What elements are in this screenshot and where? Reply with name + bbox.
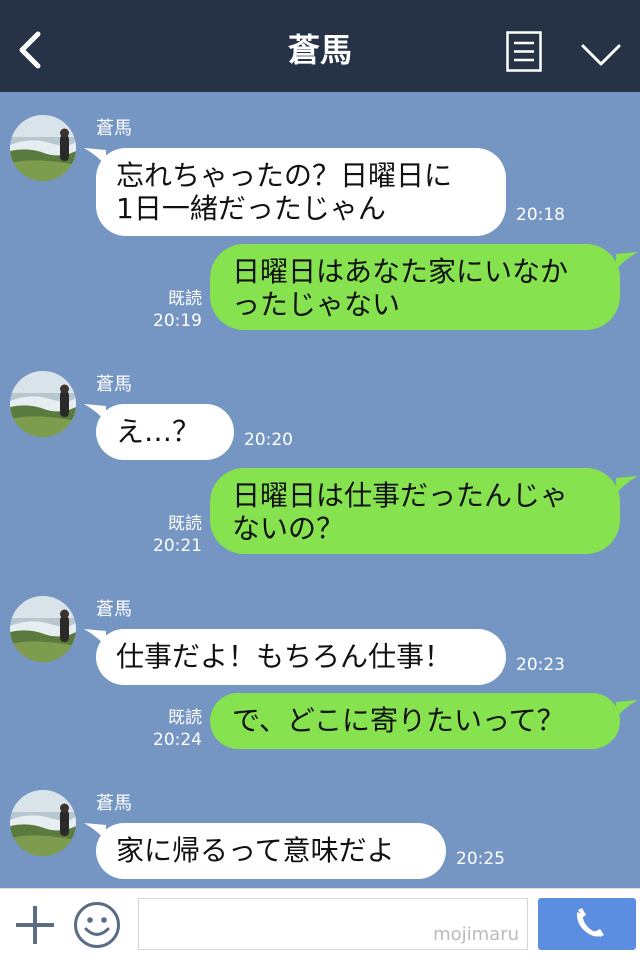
message-line: 忘れちゃったの？日曜日に — [116, 159, 453, 192]
read-label: 既読 — [168, 514, 202, 534]
message-bubble-incoming[interactable]: 仕事だよ！もちろん仕事！ — [96, 629, 506, 685]
message-time: 20:25 — [456, 849, 505, 869]
message-line: 仕事だよ！もちろん仕事！ — [116, 640, 453, 673]
chat-header: 蒼馬 — [0, 0, 640, 92]
message-time: 20:20 — [244, 430, 293, 450]
message-time: 20:23 — [516, 655, 565, 675]
chevron-down-icon[interactable] — [580, 42, 622, 68]
bubble-tail — [616, 252, 638, 270]
phone-icon — [576, 908, 604, 937]
message-time: 20:19 — [153, 311, 202, 331]
watermark: mojimaru — [433, 924, 519, 945]
read-status: 既読 20:19 — [150, 288, 202, 332]
message-line: 日曜日は仕事だったんじゃ — [232, 479, 569, 512]
sender-name: 蒼馬 — [96, 793, 132, 814]
avatar[interactable] — [10, 371, 76, 437]
call-button[interactable] — [538, 898, 636, 950]
message-time: 20:24 — [153, 730, 202, 750]
chat-area[interactable]: 蒼馬 忘れちゃったの？日曜日に 1日一緒だったじゃん 20:18 既読 20:1… — [0, 92, 640, 888]
message-line: え…？ — [116, 415, 201, 448]
sender-name: 蒼馬 — [96, 599, 132, 620]
message-line: 日曜日はあなた家にいなか — [232, 255, 569, 288]
smiley-icon[interactable] — [72, 900, 122, 950]
bubble-tail — [616, 700, 638, 718]
read-label: 既読 — [168, 708, 202, 728]
chat-title: 蒼馬 — [287, 31, 352, 69]
message-line: ないの？ — [232, 512, 345, 545]
plus-icon[interactable] — [14, 904, 56, 946]
menu-icon[interactable] — [506, 31, 542, 72]
message-bubble-outgoing[interactable]: で、どこに寄りたいって？ — [210, 693, 620, 749]
read-label: 既読 — [168, 289, 202, 309]
sender-name: 蒼馬 — [96, 118, 132, 139]
sender-name: 蒼馬 — [96, 374, 132, 395]
avatar[interactable] — [10, 790, 76, 856]
message-bubble-incoming[interactable]: え…？ — [96, 404, 234, 460]
message-input[interactable]: mojimaru — [138, 898, 528, 950]
avatar[interactable] — [10, 115, 76, 181]
message-bubble-outgoing[interactable]: 日曜日は仕事だったんじゃ ないの？ — [210, 468, 620, 554]
read-status: 既読 20:21 — [150, 513, 202, 557]
message-bubble-outgoing[interactable]: 日曜日はあなた家にいなか ったじゃない — [210, 244, 620, 330]
message-line: 家に帰るって意味だよ — [116, 834, 395, 867]
message-line: ったじゃない — [232, 288, 401, 321]
message-line: 1日一緒だったじゃん — [116, 192, 386, 225]
avatar[interactable] — [10, 596, 76, 662]
message-bubble-incoming[interactable]: 忘れちゃったの？日曜日に 1日一緒だったじゃん — [96, 148, 506, 236]
message-time: 20:21 — [153, 536, 202, 556]
message-time: 20:18 — [516, 205, 565, 225]
message-bubble-incoming[interactable]: 家に帰るって意味だよ — [96, 823, 446, 879]
message-line: で、どこに寄りたいって？ — [232, 704, 565, 737]
read-status: 既読 20:24 — [150, 707, 202, 751]
bubble-tail — [616, 476, 638, 494]
